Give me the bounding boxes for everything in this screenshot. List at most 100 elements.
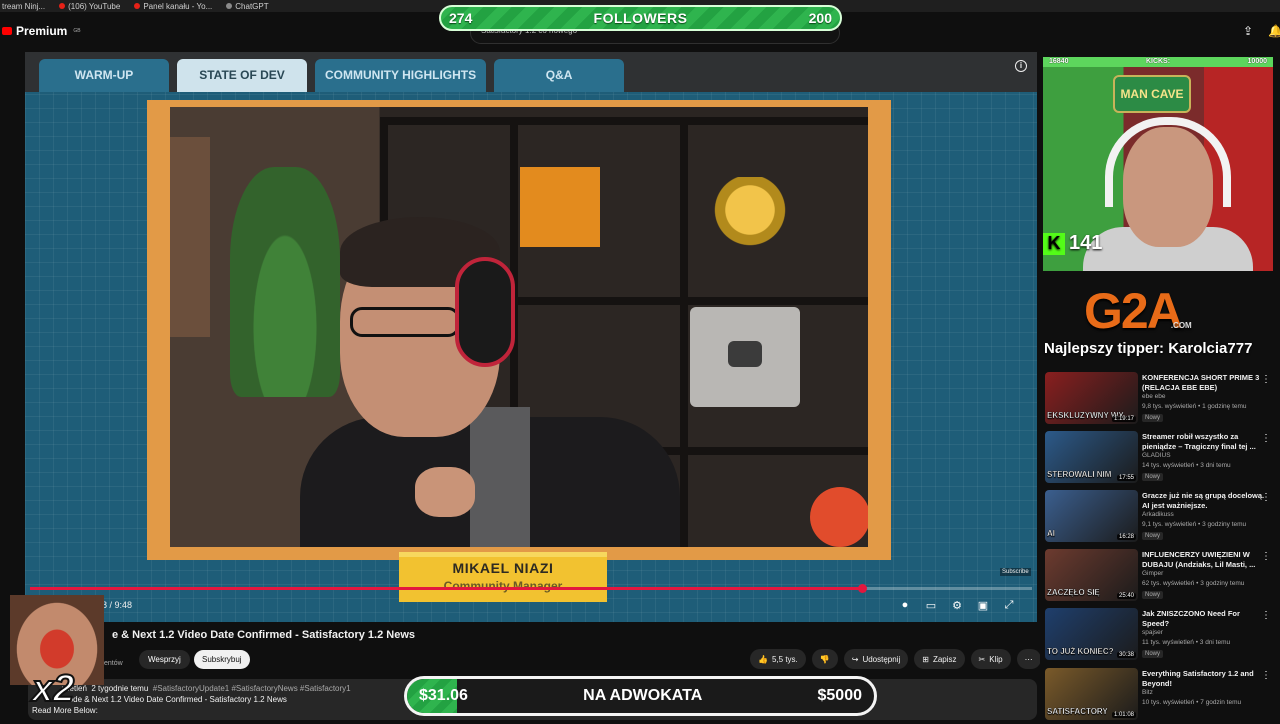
thumbnail-caption: ZACZĘŁO SIĘ: [1047, 588, 1100, 597]
recommended-channel[interactable]: Arkadikuss: [1142, 511, 1174, 518]
more-vert-icon[interactable]: ⋮: [1261, 433, 1271, 444]
speaker-role: Community Manager: [443, 579, 563, 593]
theater-mode-icon[interactable]: ▣: [976, 598, 990, 612]
video-duration: 1:01:08: [1111, 712, 1136, 718]
kicks-left-count: 16840: [1049, 58, 1069, 65]
subscribe-watermark[interactable]: Subscribe: [1000, 568, 1031, 576]
thumbnail-caption: TO JUŻ KONIEC?: [1047, 647, 1114, 656]
bookmark-item[interactable]: (106) YouTube: [59, 2, 120, 11]
more-vert-icon[interactable]: ⋮: [1261, 492, 1271, 503]
donation-current: $31.06: [419, 687, 468, 704]
video-thumbnail[interactable]: EKSKLUZYWNY WY 1:19:17: [1045, 372, 1138, 424]
recommended-channel[interactable]: Gimper: [1142, 570, 1163, 577]
subtitles-icon[interactable]: ▭: [924, 598, 938, 612]
sponsor-brand-sub: .COM: [1170, 321, 1192, 330]
followers-target: 200: [808, 10, 832, 26]
bookmark-item[interactable]: Panel kanału - Yo...: [134, 2, 212, 11]
video-thumbnail[interactable]: ZACZĘŁO SIĘ 25:40: [1045, 549, 1138, 601]
recommended-title[interactable]: Gracze już nie są grupą docelową. AI jes…: [1142, 491, 1266, 511]
fullscreen-icon[interactable]: ⤢: [1002, 598, 1016, 612]
bookmark-item[interactable]: ChatGPT: [226, 2, 269, 11]
chatgpt-icon: [226, 3, 233, 9]
kicks-right-count: 10000: [1247, 58, 1267, 65]
more-actions-button[interactable]: ⋯: [1016, 649, 1041, 669]
recommended-title[interactable]: Jak ZNISZCZONO Need For Speed?: [1142, 609, 1266, 629]
video-actions: 👍 5,5 tys. 👎 ↪ Udostępnij ⊞ Zapisz ✂ Klip ⋯: [750, 649, 1041, 669]
recommended-channel[interactable]: ebe ebe: [1142, 393, 1166, 400]
recommended-video[interactable]: AI 16:28 Gracze już nie są grupą docelową.…: [1045, 490, 1275, 546]
new-badge: Nowy: [1142, 473, 1164, 481]
more-icon: ⋯: [1024, 654, 1033, 664]
recommended-channel[interactable]: Bitz: [1142, 689, 1153, 696]
more-vert-icon[interactable]: ⋮: [1261, 670, 1271, 681]
top-tipper: Najlepszy tipper: Karolcia777: [1044, 340, 1253, 357]
video-thumbnail[interactable]: SATISFACTORY 1:01:08: [1045, 668, 1138, 720]
recommended-video[interactable]: ZACZĘŁO SIĘ 25:40 INFLUENCERZY UWIĘZIENI W…: [1045, 549, 1275, 605]
video-duration: 30:38: [1116, 652, 1136, 658]
bookmark-label: tream Ninj...: [2, 1, 46, 11]
recommended-meta: 9,8 tys. wyświetleń • 1 godzinę temu: [1142, 403, 1247, 410]
support-button[interactable]: Wesprzyj: [139, 650, 190, 669]
video-progress-fill: [30, 587, 862, 590]
red-ball: [810, 487, 868, 547]
bookmark-item[interactable]: tream Ninj...: [2, 2, 45, 11]
recommended-video[interactable]: TO JUŻ KONIEC? 30:38 Jak ZNISZCZONO Need F…: [1045, 608, 1275, 664]
glasses: [350, 307, 460, 337]
bookmark-label: Panel kanału - Yo...: [143, 1, 213, 11]
recommended-video[interactable]: STEROWALI NIM 17:55 Streamer robił wszystk…: [1045, 431, 1275, 487]
new-badge: Nowy: [1142, 532, 1164, 540]
video-thumbnail[interactable]: TO JUŻ KONIEC? 30:38: [1045, 608, 1138, 660]
more-vert-icon[interactable]: ⋮: [1261, 551, 1271, 562]
g2a-sponsor-logo: G2A.COM: [1084, 282, 1192, 340]
dislike-button[interactable]: 👎: [811, 649, 838, 669]
youtube-logo[interactable]: Premium GB: [2, 24, 81, 38]
save-button[interactable]: ⊞ Zapisz: [914, 649, 965, 669]
upload-icon[interactable]: ⇪: [1243, 24, 1257, 38]
recommended-title[interactable]: INFLUENCERZY UWIĘZIENI W DUBAJU (Andziak…: [1142, 550, 1266, 570]
trophy: [710, 177, 790, 287]
recommended-meta: 62 tys. wyświetleń • 3 godziny temu: [1142, 580, 1245, 587]
youtube-icon: [134, 3, 141, 9]
hashtags[interactable]: #SatisfactoryUpdate1 #SatisfactoryNews #…: [153, 684, 351, 693]
more-vert-icon[interactable]: ⋮: [1261, 374, 1271, 385]
share-button[interactable]: ↪ Udostępnij: [843, 649, 909, 669]
recommended-title[interactable]: Streamer robił wszystko za pieniądze – T…: [1142, 432, 1266, 452]
recommended-channel[interactable]: GLADIUS: [1142, 452, 1171, 459]
recommended-video[interactable]: EKSKLUZYWNY WY 1:19:17 KONFERENCJA SHORT P…: [1045, 372, 1275, 428]
recommended-title[interactable]: KONFERENCJA SHORT PRIME 3 (RELACJA EBE E…: [1142, 373, 1266, 393]
clip-button[interactable]: ✂ Klip: [970, 649, 1011, 669]
logo-region: GB: [73, 28, 81, 34]
player-controls: ● ▭ ⚙ ▣ ⤢: [898, 598, 1016, 612]
clip-label: Klip: [989, 654, 1003, 664]
share-icon: ↪: [851, 654, 859, 664]
orange-figure-box: [520, 167, 600, 247]
recommended-video[interactable]: SATISFACTORY 1:01:08 Everything Satisfacto…: [1045, 668, 1275, 724]
video-thumbnail[interactable]: AI 16:28: [1045, 490, 1138, 542]
like-button[interactable]: 👍 5,5 tys.: [750, 649, 806, 669]
recommended-channel[interactable]: spajser: [1142, 629, 1163, 636]
bookmark-icon: ⊞: [922, 654, 929, 664]
tab-community-highlights: COMMUNITY HIGHLIGHTS: [315, 59, 487, 92]
donation-target: $5000: [817, 687, 863, 704]
dislike-icon: 👎: [819, 654, 830, 664]
kick-count-value: 141: [1069, 232, 1103, 254]
sponsor-brand: G2A: [1084, 283, 1183, 339]
stream-segment-tabs: WARM-UP STATE OF DEV COMMUNITY HIGHLIGHT…: [39, 59, 625, 92]
emote-multiplier: x2: [31, 667, 75, 711]
more-vert-icon[interactable]: ⋮: [1261, 610, 1271, 621]
followers-goal-bar: 274 FOLLOWERS 200: [439, 5, 842, 31]
donation-goal-text: $31.06 NA ADWOKATA $5000: [407, 679, 874, 713]
autoplay-toggle-icon[interactable]: ●: [898, 598, 912, 612]
info-icon[interactable]: i: [1015, 60, 1027, 72]
recommended-title[interactable]: Everything Satisfactory 1.2 and Beyond!: [1142, 669, 1266, 689]
video-scrubber[interactable]: [857, 584, 867, 593]
scissors-icon: ✂: [978, 654, 986, 664]
tab-qa: Q&A: [494, 59, 625, 92]
video-player[interactable]: WARM-UP STATE OF DEV COMMUNITY HIGHLIGHT…: [25, 52, 1037, 622]
settings-icon[interactable]: ⚙: [950, 598, 964, 612]
subscribe-button[interactable]: Subskrybuj: [194, 650, 250, 669]
video-progress-bar[interactable]: [30, 584, 1032, 593]
video-thumbnail[interactable]: STEROWALI NIM 17:55: [1045, 431, 1138, 483]
bell-icon[interactable]: 🔔: [1268, 24, 1280, 38]
upload-age: 2 tygodnie temu: [91, 684, 149, 693]
